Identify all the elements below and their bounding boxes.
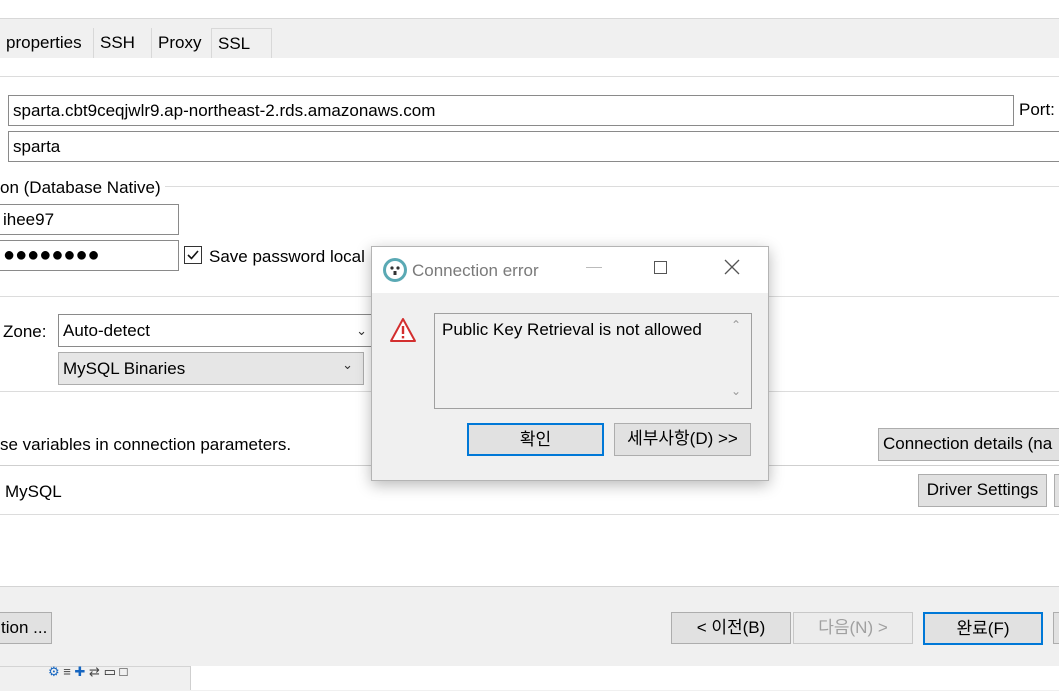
timezone-select[interactable]: Auto-detect ⌄ <box>58 314 378 347</box>
tab-label: properties <box>6 33 82 52</box>
error-message-box: Public Key Retrieval is not allowed ⌃ ⌄ <box>434 313 752 409</box>
driver-settings-label: Driver Settings <box>926 480 1039 499</box>
timezone-label: Zone: <box>3 322 47 341</box>
auth-section-label: on (Database Native) <box>0 178 165 198</box>
close-x <box>724 259 740 275</box>
timezone-value: Auto-detect <box>63 321 150 340</box>
chevron-down-icon: ⌄ <box>356 323 367 338</box>
editor-area <box>190 666 1059 690</box>
tab-label: SSH <box>100 33 135 52</box>
bottom-toolbar-icons: ⚙ ≡ ✚ ⇄ ▭ □ <box>48 664 127 680</box>
ok-label: 확인 <box>519 430 552 449</box>
details-label: 세부사항(D) >> <box>627 429 738 448</box>
minimize-icon[interactable] <box>586 267 602 268</box>
local-client-select[interactable]: MySQL Binaries ⌄ <box>58 352 364 385</box>
next-button[interactable]: 다음(N) > <box>793 612 913 644</box>
local-client-value: MySQL Binaries <box>63 359 186 378</box>
username-input[interactable]: ihee97 <box>0 204 179 235</box>
tab-proxy[interactable]: Proxy <box>152 28 212 58</box>
driver-extra-button[interactable] <box>1054 474 1059 507</box>
finish-label: 완료(F) <box>956 619 1010 638</box>
tab-bar-top <box>0 0 1059 19</box>
back-button[interactable]: < 이전(B) <box>671 612 791 644</box>
port-label: Port: <box>1019 100 1055 119</box>
gear-icon[interactable]: ⚙ <box>48 664 60 679</box>
next-label: 다음(N) > <box>818 618 888 637</box>
password-input[interactable]: ●●●●●●●● <box>0 240 179 271</box>
connection-error-dialog: Connection error Public Key Retrieval is… <box>371 246 769 481</box>
tab-ssl[interactable]: SSL <box>212 28 272 58</box>
divider <box>0 514 1059 515</box>
connection-details-button[interactable]: Connection details (na <box>878 428 1059 461</box>
username-value: ihee97 <box>3 210 55 229</box>
ok-button[interactable]: 확인 <box>467 423 604 456</box>
minimize-icon[interactable]: ▭ <box>104 664 116 679</box>
maximize-icon[interactable] <box>654 261 667 274</box>
warning-triangle <box>390 318 416 342</box>
save-password-checkbox[interactable] <box>184 246 202 264</box>
chevron-down-icon: ⌄ <box>342 357 353 372</box>
warning-icon <box>389 317 417 348</box>
finish-button[interactable]: 완료(F) <box>923 612 1043 645</box>
back-label: < 이전(B) <box>696 618 766 637</box>
test-connection-label: tion ... <box>1 618 48 637</box>
maximize-icon[interactable]: □ <box>119 664 127 679</box>
tab-ssh[interactable]: SSH <box>94 28 152 58</box>
database-input[interactable]: sparta <box>8 131 1059 162</box>
add-icon[interactable]: ✚ <box>75 664 86 679</box>
driver-settings-button[interactable]: Driver Settings <box>918 474 1047 507</box>
test-connection-button[interactable]: tion ... <box>0 612 52 644</box>
checkmark-icon <box>187 250 199 260</box>
beaver-icon <box>386 261 404 279</box>
divider <box>0 76 1059 77</box>
host-input[interactable]: sparta.cbt9ceqjwlr9.ap-northeast-2.rds.a… <box>8 95 1014 126</box>
tab-driver-properties[interactable]: properties <box>0 28 94 58</box>
save-password-label: Save password local <box>209 247 365 266</box>
dbeaver-app-icon <box>383 258 407 282</box>
details-button[interactable]: 세부사항(D) >> <box>614 423 751 456</box>
password-mask: ●●●●●●●● <box>3 244 100 266</box>
tab-label: Proxy <box>158 33 202 52</box>
swap-icon[interactable]: ⇄ <box>89 664 100 679</box>
close-icon[interactable] <box>722 257 742 282</box>
scroll-down-icon[interactable]: ⌄ <box>731 384 741 398</box>
menu-icon[interactable]: ≡ <box>63 664 71 679</box>
tab-label: SSL <box>218 34 251 53</box>
connection-details-label: Connection details (na <box>883 434 1053 453</box>
dialog-title: Connection error <box>412 261 539 280</box>
host-value: sparta.cbt9ceqjwlr9.ap-northeast-2.rds.a… <box>13 101 436 120</box>
variables-hint: se variables in connection parameters. <box>0 435 292 454</box>
error-message: Public Key Retrieval is not allowed <box>442 320 702 339</box>
scroll-up-icon[interactable]: ⌃ <box>731 318 741 332</box>
driver-name: MySQL <box>5 482 62 501</box>
cancel-button[interactable] <box>1053 612 1059 644</box>
database-value: sparta <box>13 137 61 156</box>
